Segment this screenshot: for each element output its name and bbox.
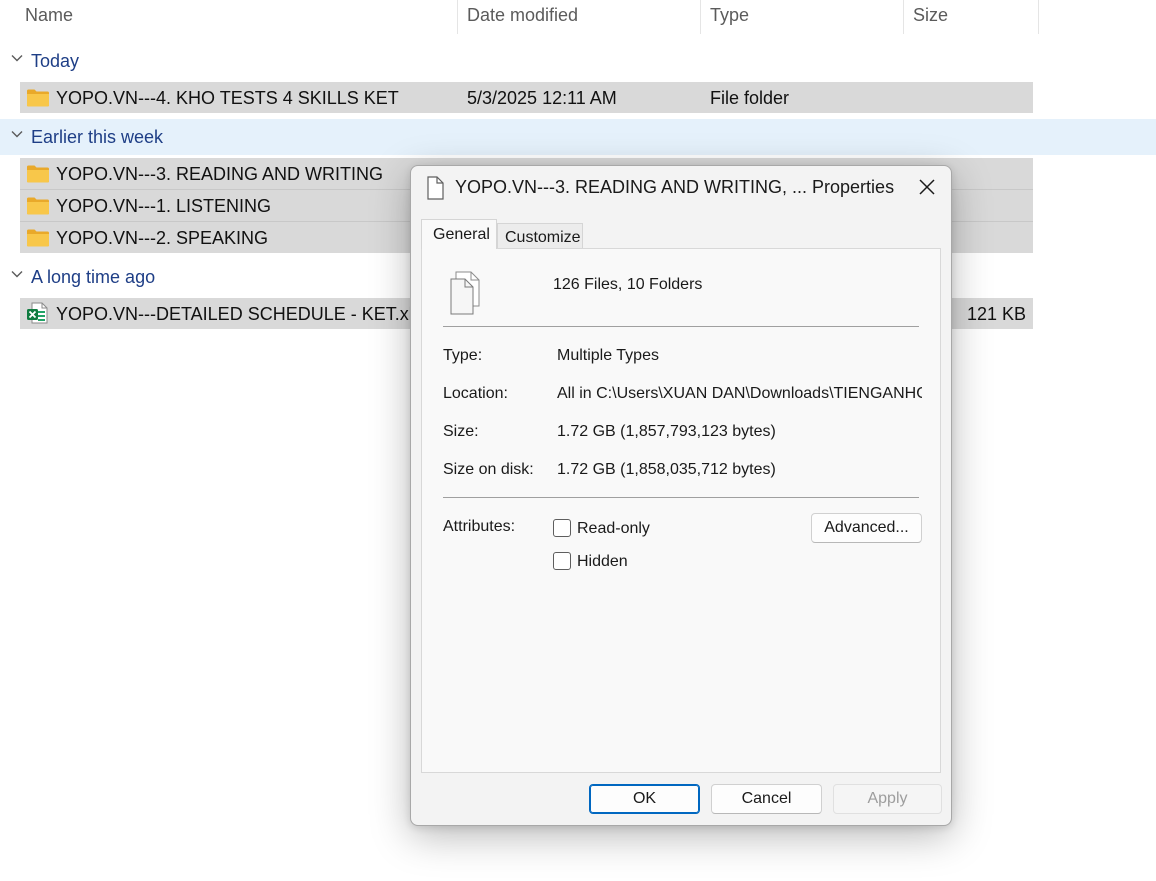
chevron-down-icon[interactable]	[10, 127, 24, 141]
column-header-date-modified[interactable]: Date modified	[458, 0, 700, 34]
group-label: Earlier this week	[31, 127, 164, 147]
size-label: Size:	[443, 423, 479, 440]
folder-icon	[27, 165, 49, 183]
read-only-checkbox[interactable]	[553, 519, 571, 537]
tab-customize[interactable]: Customize	[497, 223, 583, 249]
general-tab-panel: 126 Files, 10 Folders Type: Multiple Typ…	[421, 248, 941, 773]
folder-icon	[27, 229, 49, 247]
read-only-label[interactable]: Read-only	[577, 520, 650, 538]
group-label: A long time ago	[31, 267, 156, 287]
folder-icon	[27, 197, 49, 215]
file-date-modified: 5/3/2025 12:11 AM	[467, 88, 617, 108]
hidden-label[interactable]: Hidden	[577, 553, 628, 571]
apply-button[interactable]: Apply	[833, 784, 942, 814]
excel-file-icon	[27, 302, 48, 324]
file-type: File folder	[710, 88, 790, 108]
hidden-checkbox[interactable]	[553, 552, 571, 570]
multiple-files-icon	[450, 271, 480, 315]
properties-dialog: YOPO.VN---3. READING AND WRITING, ... Pr…	[410, 165, 952, 826]
file-name: YOPO.VN---2. SPEAKING	[56, 228, 269, 248]
ok-button[interactable]: OK	[589, 784, 700, 814]
chevron-down-icon[interactable]	[10, 267, 24, 281]
attributes-label: Attributes:	[443, 518, 516, 535]
column-header-name[interactable]: Name	[16, 0, 457, 34]
location-label: Location:	[443, 385, 508, 402]
file-name: YOPO.VN---3. READING AND WRITING	[56, 164, 384, 184]
file-size: 121 KB	[966, 304, 1026, 324]
folder-icon	[27, 89, 49, 107]
selection-summary: 126 Files, 10 Folders	[553, 276, 703, 293]
close-button[interactable]	[909, 172, 945, 202]
size-on-disk-label: Size on disk:	[443, 461, 534, 478]
column-header-size[interactable]: Size	[904, 0, 1038, 34]
file-row[interactable]: YOPO.VN---4. KHO TESTS 4 SKILLS KET 5/3/…	[20, 82, 1033, 113]
tab-general[interactable]: General	[421, 219, 497, 249]
dialog-title: YOPO.VN---3. READING AND WRITING, ... Pr…	[455, 177, 895, 197]
group-header-today[interactable]: Today	[0, 43, 1156, 79]
divider	[443, 326, 919, 327]
group-label: Today	[31, 51, 80, 71]
location-value: All in C:\Users\XUAN DAN\Downloads\TIENG…	[557, 385, 922, 402]
column-header-bar: Name Date modified Type Size	[0, 0, 1040, 34]
group-header-earlier-this-week[interactable]: Earlier this week	[0, 119, 1156, 155]
chevron-down-icon[interactable]	[10, 51, 24, 65]
document-icon	[427, 176, 444, 200]
column-header-type[interactable]: Type	[701, 0, 903, 34]
type-label: Type:	[443, 347, 483, 364]
column-separator[interactable]	[1038, 0, 1039, 34]
size-on-disk-value: 1.72 GB (1,858,035,712 bytes)	[557, 461, 776, 478]
advanced-button[interactable]: Advanced...	[811, 513, 922, 543]
type-value: Multiple Types	[557, 347, 659, 364]
file-name: YOPO.VN---4. KHO TESTS 4 SKILLS KET	[56, 88, 399, 108]
close-icon	[919, 179, 935, 195]
divider	[443, 497, 919, 498]
file-name: YOPO.VN---DETAILED SCHEDULE - KET.xlsx	[56, 304, 431, 324]
cancel-button[interactable]: Cancel	[711, 784, 822, 814]
file-name: YOPO.VN---1. LISTENING	[56, 196, 272, 216]
size-value: 1.72 GB (1,857,793,123 bytes)	[557, 423, 776, 440]
